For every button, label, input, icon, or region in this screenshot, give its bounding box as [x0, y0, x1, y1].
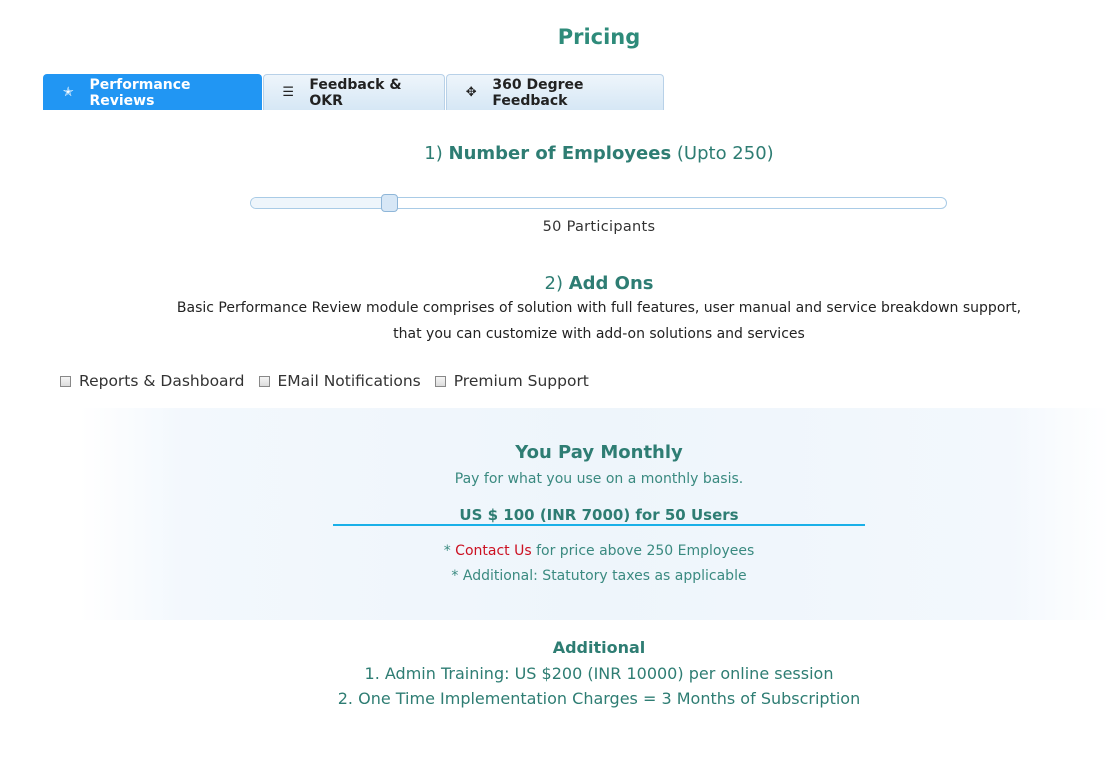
addons-description-line2: that you can customize with add-on solut… [393, 326, 805, 342]
additional-item: 1. Admin Training: US $200 (INR 10000) p… [364, 664, 834, 683]
checkbox[interactable] [60, 375, 71, 387]
crosshair-icon: ✥ [465, 85, 477, 100]
slider-fill [251, 198, 390, 208]
tab-360-degree-feedback[interactable]: ✥ 360 Degree Feedback [446, 74, 664, 110]
addons-description-line1: Basic Performance Review module comprise… [176, 300, 1022, 316]
additional-item: 2. One Time Implementation Charges = 3 M… [337, 689, 861, 708]
pricing-title: You Pay Monthly [515, 442, 683, 463]
section-number: 1) [424, 143, 449, 164]
list-icon: ☰ [282, 85, 295, 100]
tab-performance-reviews[interactable]: ✭ Performance Reviews [43, 74, 262, 110]
additional-title: Additional [552, 638, 646, 657]
note-text: for price above 250 Employees [531, 543, 755, 559]
star-icon: ✭ [62, 85, 74, 100]
contact-us-link[interactable]: Contact Us [455, 543, 531, 559]
addon-reports-dashboard[interactable]: Reports & Dashboard [60, 372, 245, 390]
addon-email-notifications[interactable]: EMail Notifications [258, 372, 421, 390]
section-title: Number of Employees [448, 143, 672, 164]
addon-label: Premium Support [453, 372, 589, 390]
addon-label: EMail Notifications [277, 372, 421, 390]
price-divider [333, 524, 865, 526]
page-title: Pricing [557, 25, 641, 49]
contact-note: * Contact Us for price above 250 Employe… [0, 543, 1108, 559]
tax-note: * Additional: Statutory taxes as applica… [451, 568, 747, 584]
addon-label: Reports & Dashboard [79, 372, 245, 390]
product-tabs: ✭ Performance Reviews ☰ Feedback & OKR ✥… [43, 74, 665, 110]
tab-feedback-okr[interactable]: ☰ Feedback & OKR [263, 74, 445, 110]
slider-handle[interactable] [381, 194, 398, 212]
addon-options: Reports & Dashboard EMail Notifications … [60, 372, 603, 390]
employees-slider[interactable] [250, 194, 947, 212]
section-number: 2) [544, 273, 569, 294]
section-limit: (Upto 250) [671, 143, 774, 164]
price-summary: US $ 100 (INR 7000) for 50 Users [459, 506, 739, 524]
pricing-subtitle: Pay for what you use on a monthly basis. [454, 471, 744, 487]
checkbox[interactable] [434, 375, 446, 387]
section-title: Add Ons [568, 273, 654, 294]
addons-heading: 2) Add Ons [0, 273, 1108, 294]
tab-label: 360 Degree Feedback [492, 76, 584, 109]
participants-value: 50 Participants [542, 219, 656, 235]
employees-heading: 1) Number of Employees (Upto 250) [0, 143, 1108, 164]
checkbox[interactable] [258, 375, 270, 387]
addon-premium-support[interactable]: Premium Support [434, 372, 589, 390]
tab-label: Performance Reviews [89, 76, 191, 109]
note-asterisk: * [443, 543, 456, 559]
tab-label: Feedback & OKR [309, 76, 402, 109]
